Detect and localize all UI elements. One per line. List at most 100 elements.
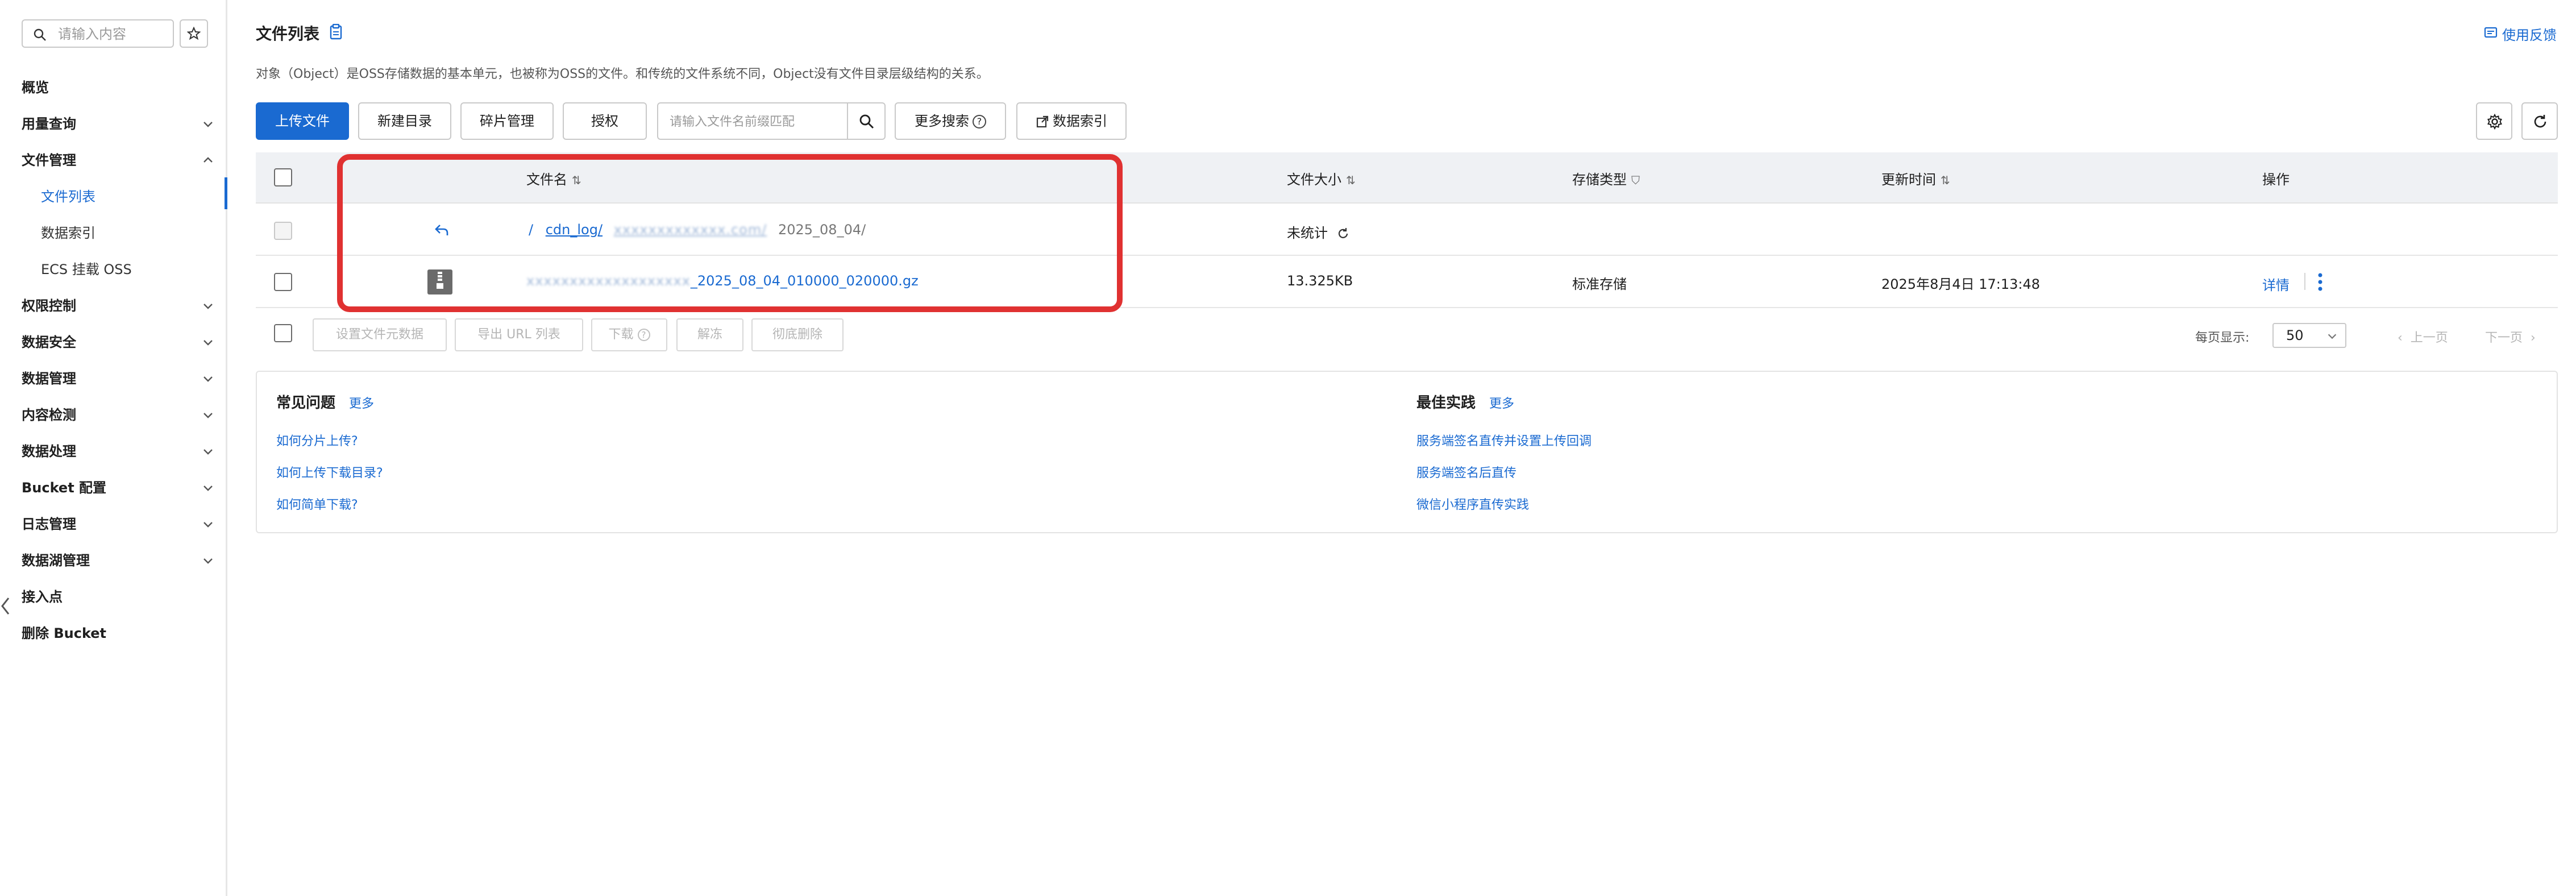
column-header-updated[interactable]: 更新时间 ⇅ — [1881, 168, 1950, 188]
refresh-icon — [2534, 115, 2546, 128]
faq-link[interactable]: 如何上传下载目录? — [276, 463, 383, 481]
file-search-input[interactable] — [670, 113, 840, 131]
updated-time: 2025年8月4日 17:13:48 — [1881, 276, 2041, 292]
sort-icon[interactable]: ⇅ — [1941, 173, 1950, 187]
sidebar-item-overview[interactable]: 概览 — [22, 76, 215, 99]
footer-select-all-checkbox[interactable] — [274, 324, 292, 342]
details-link[interactable]: 详情 — [2262, 274, 2290, 294]
more-search-label: 更多搜索 — [915, 113, 969, 129]
sidebar-search-input[interactable] — [58, 25, 169, 43]
chevron-down-icon — [203, 522, 213, 528]
external-link-icon — [1036, 115, 1049, 128]
chevron-down-icon — [203, 413, 213, 418]
search-icon — [34, 28, 46, 41]
faq-link[interactable]: 如何简单下载? — [276, 495, 358, 513]
upload-file-button[interactable]: 上传文件 — [256, 102, 349, 140]
sidebar-item-bucket-config[interactable]: Bucket 配置 — [22, 476, 215, 499]
prev-page-button[interactable]: ‹ 上一页 — [2398, 327, 2448, 346]
sidebar-item-content-detection[interactable]: 内容检测 — [22, 404, 215, 426]
more-actions-icon[interactable] — [2316, 272, 2325, 292]
clipboard-icon[interactable] — [329, 24, 343, 40]
row-checkbox — [274, 222, 292, 240]
column-label: 文件名 — [526, 172, 567, 188]
sidebar-item-access-control[interactable]: 权限控制 — [22, 294, 215, 317]
search-button[interactable] — [847, 103, 884, 139]
fragment-management-button[interactable]: 碎片管理 — [460, 102, 554, 140]
sidebar-item-label: 数据管理 — [22, 371, 76, 387]
chevron-down-icon — [203, 304, 213, 309]
best-practice-link[interactable]: 服务端签名后直传 — [1416, 463, 1516, 481]
chevron-down-icon — [203, 558, 213, 564]
refresh-icon[interactable] — [1337, 227, 1349, 240]
column-header-storage[interactable]: 存储类型 ⛉ — [1572, 168, 1640, 188]
set-metadata-button[interactable]: 设置文件元数据 — [313, 318, 447, 351]
permanent-delete-button[interactable]: 彻底删除 — [751, 318, 844, 351]
next-page-button[interactable]: 下一页 › — [2485, 327, 2536, 346]
active-indicator — [225, 177, 227, 209]
data-index-button[interactable]: 数据索引 — [1016, 102, 1127, 140]
refresh-button[interactable] — [2521, 102, 2558, 140]
sidebar-item-label: 权限控制 — [22, 298, 76, 314]
sidebar-item-label: 文件管理 — [22, 152, 76, 168]
sidebar-item-data-management[interactable]: 数据管理 — [22, 367, 215, 390]
sidebar: 概览 用量查询 文件管理 文件列表 数据索引 ECS 挂载 OSS 权限控制 数… — [0, 0, 227, 896]
sidebar-item-data-index[interactable]: 数据索引 — [41, 222, 211, 244]
settings-button[interactable] — [2476, 102, 2512, 140]
best-practice-link[interactable]: 微信小程序直传实践 — [1416, 495, 1529, 513]
chevron-down-icon — [203, 486, 213, 491]
export-url-list-button[interactable]: 导出 URL 列表 — [455, 318, 583, 351]
faq-more-link[interactable]: 更多 — [349, 393, 374, 412]
sort-icon[interactable]: ⇅ — [1346, 173, 1356, 187]
sidebar-item-access-point[interactable]: 接入点 — [22, 586, 215, 608]
authorize-button[interactable]: 授权 — [563, 102, 647, 140]
size-not-counted: 未统计 — [1287, 222, 1349, 242]
sidebar-item-delete-bucket[interactable]: 删除 Bucket — [22, 622, 215, 645]
sidebar-item-file-list[interactable]: 文件列表 — [41, 185, 211, 208]
sidebar-item-ecs-mount[interactable]: ECS 挂载 OSS — [41, 258, 211, 281]
help-circle-icon: ? — [973, 115, 986, 128]
best-practice-more-link[interactable]: 更多 — [1489, 393, 1514, 412]
chevron-up-icon — [203, 157, 213, 163]
sidebar-item-usage[interactable]: 用量查询 — [22, 113, 215, 135]
size-value: 未统计 — [1287, 225, 1328, 241]
file-size: 13.325KB — [1287, 273, 1353, 289]
feedback-link[interactable]: 使用反馈 — [2484, 24, 2558, 43]
sidebar-item-label: 用量查询 — [22, 116, 76, 132]
column-header-size[interactable]: 文件大小 ⇅ — [1287, 168, 1356, 188]
table-row[interactable]: xxxxxxxxxxxxxxxxxxx_2025_08_04_010000_02… — [256, 257, 2558, 308]
sidebar-item-label: Bucket 配置 — [22, 480, 107, 496]
sidebar-item-data-processing[interactable]: 数据处理 — [22, 440, 215, 463]
restore-button[interactable]: 解冻 — [676, 318, 743, 351]
action-divider — [2304, 273, 2305, 290]
file-name-link[interactable]: xxxxxxxxxxxxxxxxxxx_2025_08_04_010000_02… — [526, 273, 919, 289]
back-arrow-icon[interactable] — [433, 222, 450, 239]
file-name-blurred: xxxxxxxxxxxxxxxxxxx — [526, 273, 691, 289]
breadcrumb-segment[interactable]: cdn_log/ — [546, 222, 603, 238]
new-directory-button[interactable]: 新建目录 — [358, 102, 451, 140]
next-page-label: 下一页 — [2485, 331, 2523, 345]
sidebar-item-data-security[interactable]: 数据安全 — [22, 331, 215, 354]
prev-page-label: 上一页 — [2410, 331, 2448, 345]
filter-icon[interactable]: ⛉ — [1631, 173, 1640, 187]
sidebar-search-box[interactable] — [22, 19, 174, 48]
faq-link[interactable]: 如何分片上传? — [276, 431, 358, 449]
sidebar-search-row — [22, 19, 216, 48]
best-practice-link[interactable]: 服务端签名直传并设置上传回调 — [1416, 431, 1592, 449]
sort-icon[interactable]: ⇅ — [572, 173, 581, 187]
page-size-label: 每页显示: — [2195, 331, 2250, 345]
sidebar-item-data-lake[interactable]: 数据湖管理 — [22, 549, 215, 572]
sidebar-item-log-management[interactable]: 日志管理 — [22, 513, 215, 536]
collapse-sidebar-icon[interactable] — [0, 595, 11, 617]
breadcrumb-segment-blurred[interactable]: xxxxxxxxxxxxx.com/ — [614, 222, 767, 238]
download-button[interactable]: 下载 ? — [591, 318, 667, 351]
chevron-down-icon — [203, 340, 213, 346]
chevron-down-icon — [203, 122, 213, 127]
sidebar-item-file-management[interactable]: 文件管理 — [22, 149, 215, 172]
row-checkbox[interactable] — [274, 273, 292, 291]
column-header-name[interactable]: 文件名 ⇅ — [526, 168, 581, 188]
select-all-checkbox[interactable] — [274, 168, 292, 186]
page-size-select[interactable]: 50 — [2272, 323, 2346, 348]
favorite-button[interactable] — [180, 19, 208, 48]
more-search-button[interactable]: 更多搜索? — [895, 102, 1006, 140]
breadcrumb-root[interactable]: / — [529, 222, 533, 238]
